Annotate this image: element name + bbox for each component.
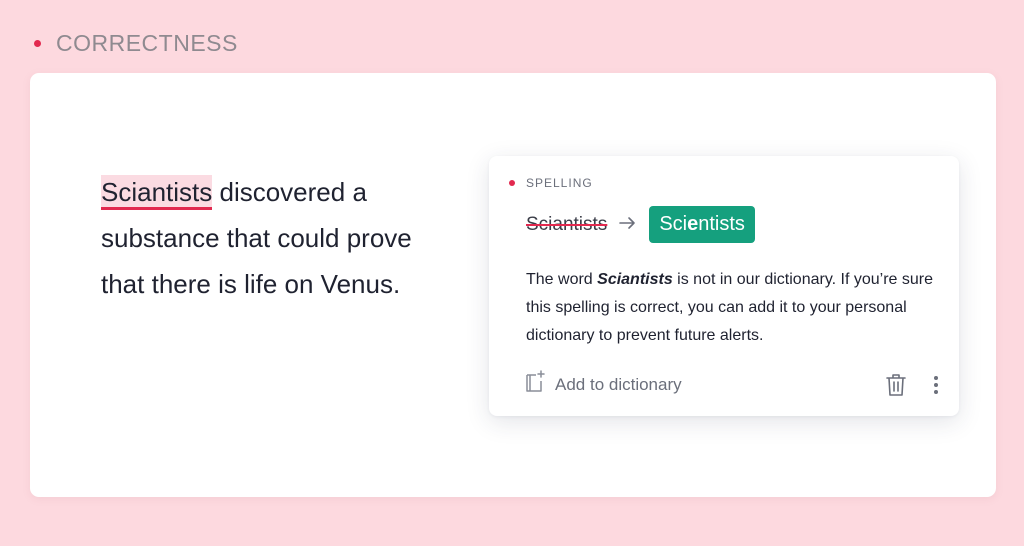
explanation-text: The word Sciantists is not in our dictio… xyxy=(526,266,946,350)
add-to-dictionary-label: Add to dictionary xyxy=(555,374,682,394)
replacement-highlight: e xyxy=(687,213,699,235)
editor-line2: substance that could prove xyxy=(101,223,412,253)
editor-line1-rest: discovered a xyxy=(212,177,367,207)
accept-suggestion-button[interactable]: Scientists xyxy=(649,206,755,243)
original-word: Sciantists xyxy=(526,213,608,235)
book-plus-icon xyxy=(525,370,545,399)
category-dot-icon xyxy=(509,180,515,186)
editor-line3: that there is life on Venus. xyxy=(101,269,401,299)
trash-icon[interactable] xyxy=(885,373,907,397)
arrow-right-icon xyxy=(619,214,637,235)
add-to-dictionary-button[interactable]: Add to dictionary xyxy=(525,370,682,399)
section-dot-icon xyxy=(34,40,41,47)
correction-row: Sciantists Scientists xyxy=(526,206,755,243)
suggestion-card: SPELLING Sciantists Scientists The word … xyxy=(489,156,959,416)
section-header: CORRECTNESS xyxy=(34,30,238,57)
suggestion-actions: Add to dictionary xyxy=(525,370,939,399)
explanation-pre: The word xyxy=(526,271,598,288)
suggestion-category: SPELLING xyxy=(509,176,593,190)
flagged-word[interactable]: Sciantists xyxy=(101,175,213,210)
replacement-pre: Sci xyxy=(659,213,688,235)
section-title: CORRECTNESS xyxy=(56,30,238,56)
category-label: SPELLING xyxy=(526,176,593,190)
explanation-word: Sciantists xyxy=(597,271,673,288)
replacement-post: ntists xyxy=(698,213,745,235)
editor-text[interactable]: Sciantists discovered a substance that c… xyxy=(101,169,461,307)
more-vertical-icon[interactable] xyxy=(933,375,939,395)
